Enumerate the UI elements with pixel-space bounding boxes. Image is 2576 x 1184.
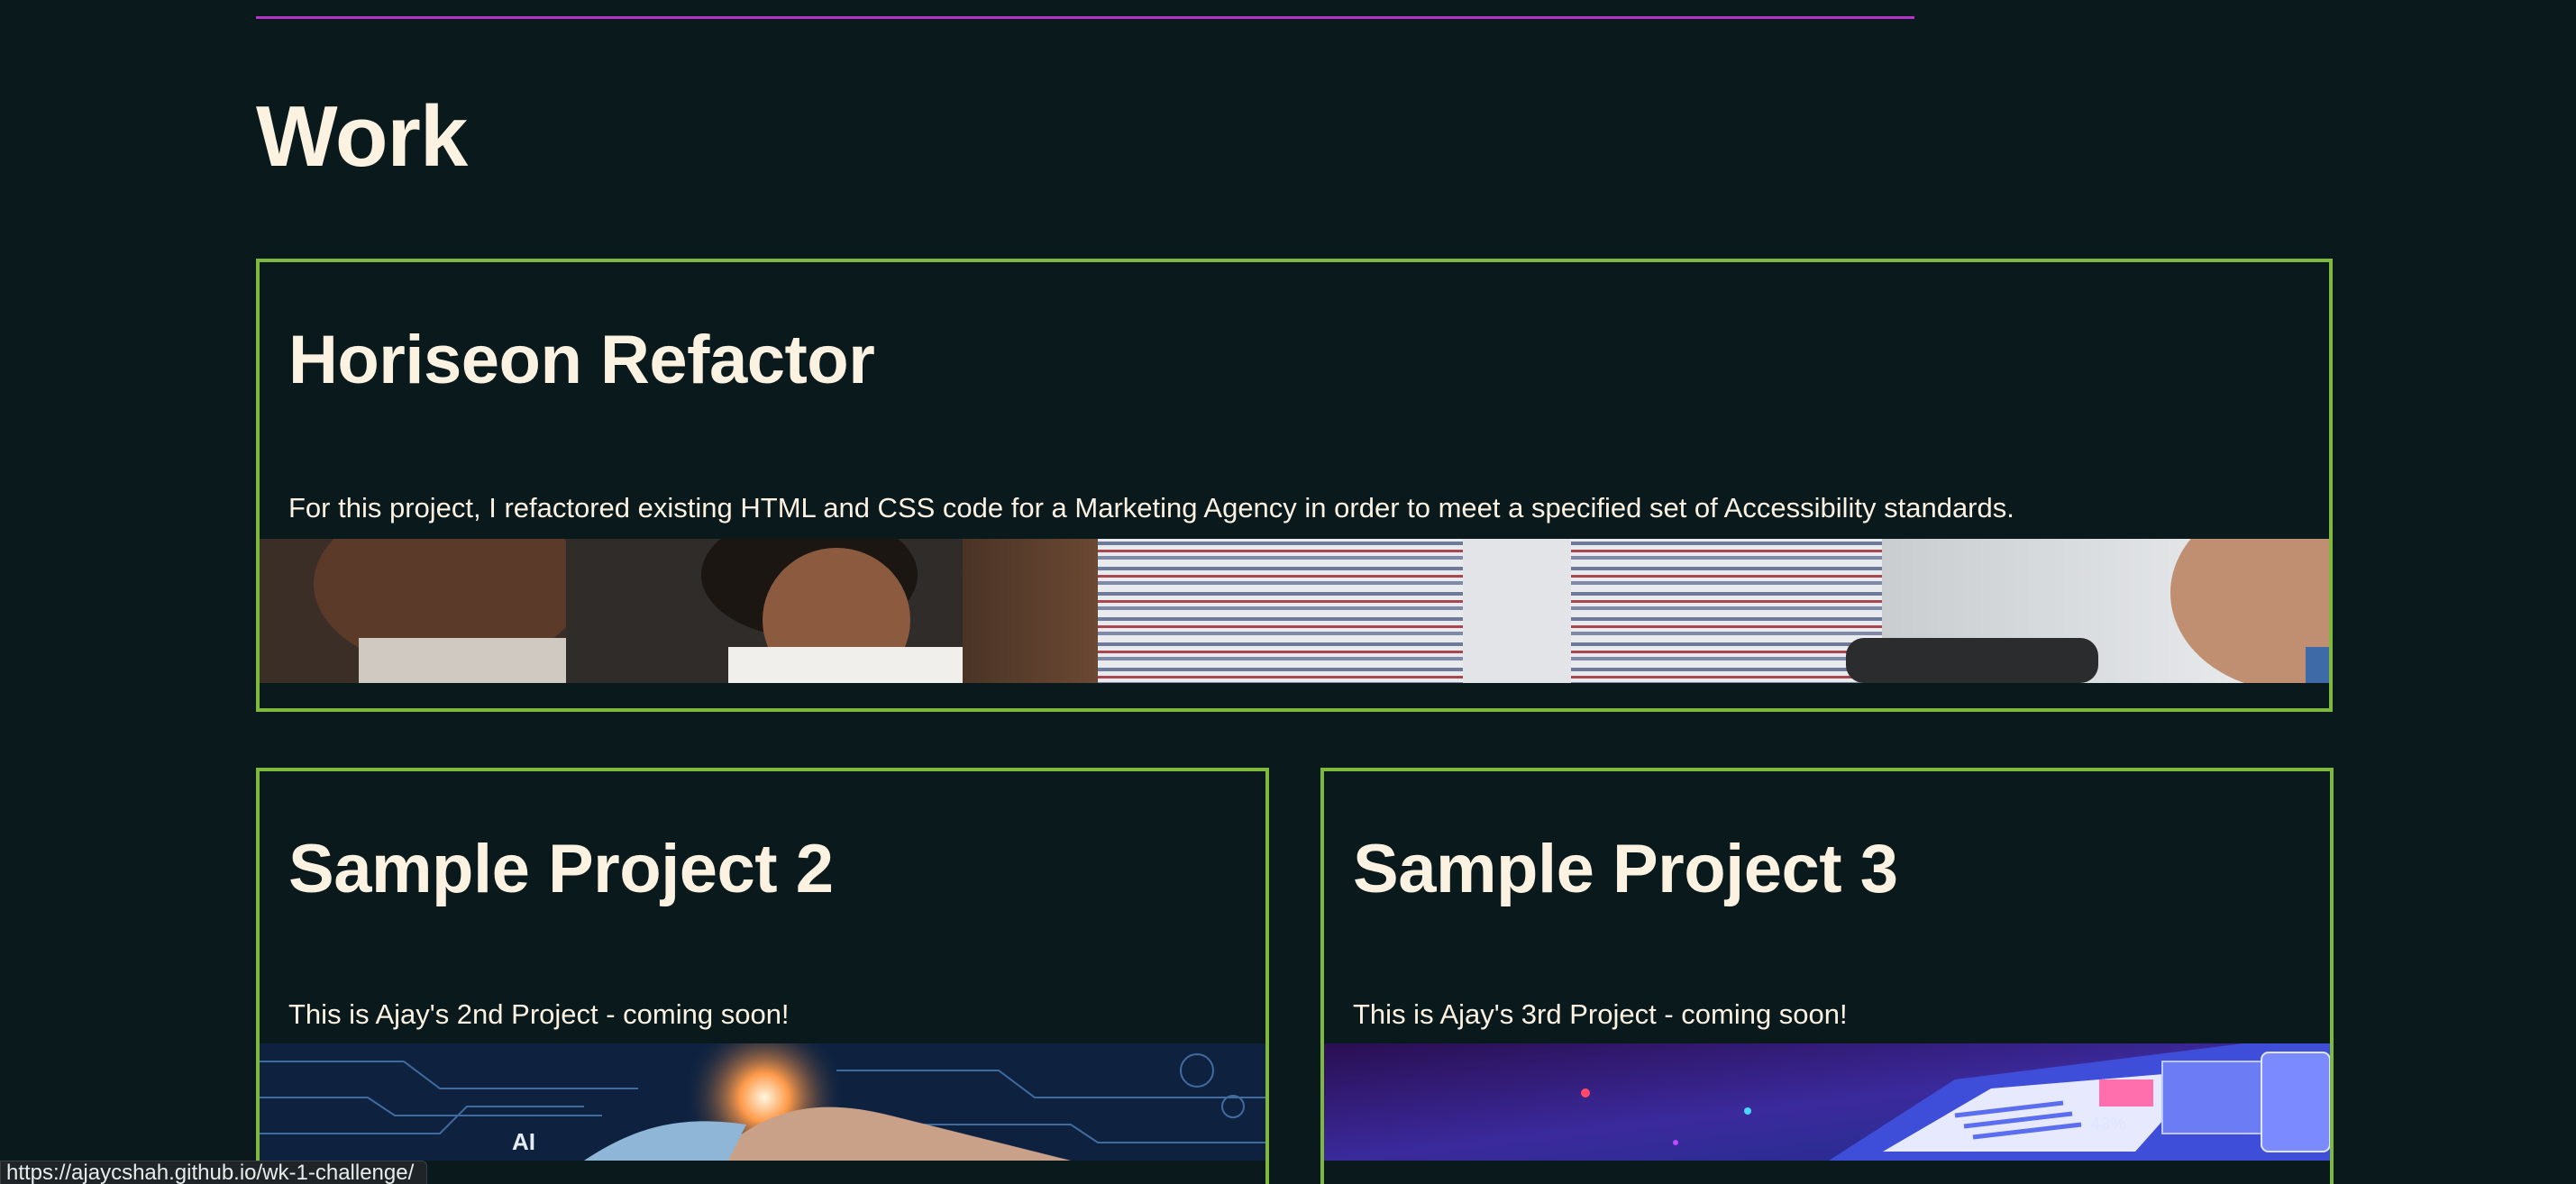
- team-meeting-photo[interactable]: [260, 539, 2329, 683]
- project-card-sample-2[interactable]: Sample Project 2 This is Ajay's 2nd Proj…: [256, 768, 1269, 1184]
- portfolio-page: Work Horiseon Refactor For this project,…: [0, 0, 2576, 1184]
- isometric-dashboard-image[interactable]: 43%: [1324, 1043, 2330, 1161]
- link-status-bar: https://ajaycshah.github.io/wk-1-challen…: [0, 1161, 428, 1184]
- section-divider: [256, 16, 1914, 19]
- ai-image-label: AI: [512, 1128, 535, 1155]
- project-description: This is Ajay's 3rd Project - coming soon…: [1353, 998, 1848, 1030]
- project-description: For this project, I refactored existing …: [288, 492, 2014, 524]
- project-title: Sample Project 2: [288, 831, 834, 907]
- ai-circuit-hand-image[interactable]: AI: [260, 1043, 1265, 1161]
- project-description: This is Ajay's 2nd Project - coming soon…: [288, 998, 790, 1030]
- work-section-title: Work: [256, 88, 468, 185]
- project-card-horiseon[interactable]: Horiseon Refactor For this project, I re…: [256, 259, 2333, 712]
- project-title: Horiseon Refactor: [288, 322, 875, 398]
- dashboard-percent-label: 43%: [2090, 1115, 2126, 1134]
- project-title: Sample Project 3: [1353, 831, 1898, 907]
- project-card-sample-3[interactable]: Sample Project 3 This is Ajay's 3rd Proj…: [1320, 768, 2334, 1184]
